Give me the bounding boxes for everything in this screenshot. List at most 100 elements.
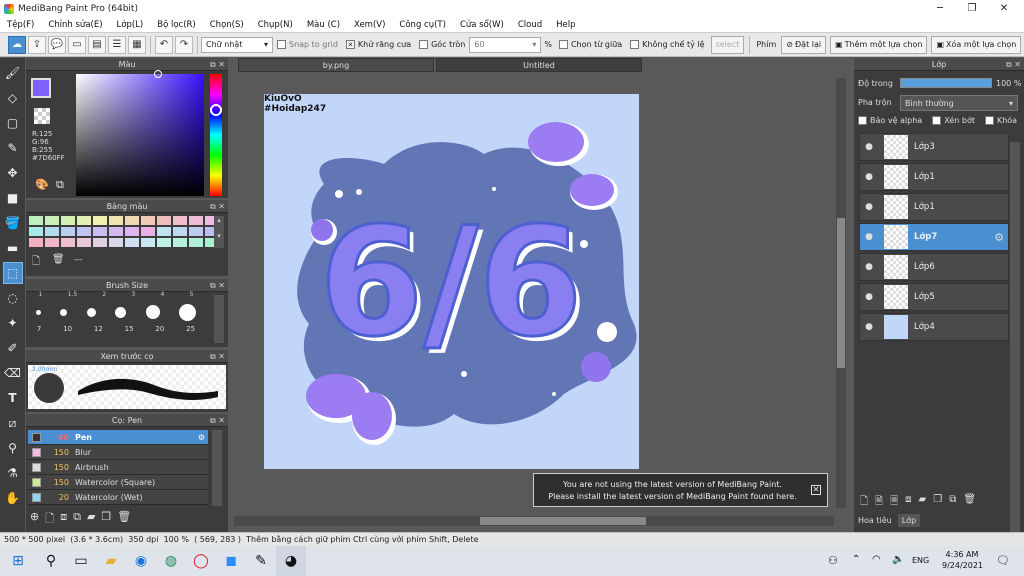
antialias-checkbox[interactable]: ✕ Khử răng cưa: [345, 40, 411, 49]
eyedropper-tool-icon[interactable]: ⚲: [3, 437, 23, 459]
layer-scrollbar[interactable]: [1010, 142, 1020, 542]
layer-row[interactable]: ● Lớp3: [859, 133, 1009, 161]
select-pen-tool-icon[interactable]: ✐: [3, 337, 23, 359]
layer-row[interactable]: ● Lớp6: [859, 253, 1009, 281]
hand-tool-icon[interactable]: ✋: [3, 487, 23, 509]
reset-button[interactable]: ⊘ Đặt lại: [781, 35, 827, 54]
close-icon[interactable]: ✕: [811, 485, 821, 495]
select-eraser-tool-icon[interactable]: ⌫: [3, 362, 23, 384]
palette-swatch[interactable]: [61, 227, 75, 236]
clock[interactable]: 4:36 AM 9/24/2021: [942, 549, 983, 571]
gear-icon[interactable]: ⚙: [994, 231, 1004, 244]
palette-swatch[interactable]: [125, 238, 139, 247]
brush-list-item[interactable]: 150 Blur: [28, 445, 208, 460]
palette-swatch[interactable]: [157, 238, 171, 247]
palette-swatch[interactable]: [109, 216, 123, 225]
tab-layer[interactable]: Lớp: [897, 514, 921, 527]
palette-swatch[interactable]: [77, 216, 91, 225]
menu-window[interactable]: Cửa sổ(W): [453, 20, 511, 30]
chat-bubble-icon[interactable]: ▭: [68, 35, 86, 54]
document-icon[interactable]: ▤: [88, 35, 106, 54]
palette-swatch[interactable]: [77, 227, 91, 236]
redo-icon[interactable]: ↷: [175, 35, 193, 54]
menu-view[interactable]: Xem(V): [347, 20, 392, 30]
list-icon[interactable]: ☰: [108, 35, 126, 54]
duplicate-layer-icon[interactable]: ❐: [933, 494, 942, 511]
brush-dot[interactable]: [35, 309, 41, 315]
palette-swatch[interactable]: [109, 227, 123, 236]
palette-swatch[interactable]: [189, 216, 203, 225]
menu-color[interactable]: Màu (C): [300, 20, 347, 30]
palette-swatch[interactable]: [125, 227, 139, 236]
saturation-value-picker[interactable]: [76, 74, 204, 196]
layer-row[interactable]: ● Lớp5: [859, 283, 1009, 311]
dot-brush-tool-icon[interactable]: ✎: [3, 137, 23, 159]
brush-dot[interactable]: [115, 306, 127, 318]
palette-swatch[interactable]: [125, 216, 139, 225]
people-icon[interactable]: ⚇: [828, 554, 838, 567]
chat-icon[interactable]: 💬: [48, 35, 66, 54]
zoom-icon[interactable]: ◼: [216, 546, 246, 576]
fixed-ratio-checkbox[interactable]: Không chế tỷ lệ: [630, 40, 705, 49]
brush-dot[interactable]: [86, 307, 96, 317]
volume-icon[interactable]: 🔈: [892, 554, 904, 565]
palette-icon[interactable]: 🎨: [35, 178, 49, 191]
zalo-icon[interactable]: ◉: [126, 546, 156, 576]
visibility-icon[interactable]: ●: [860, 262, 878, 272]
vertical-scrollbar[interactable]: [836, 78, 846, 508]
brush-dot[interactable]: [60, 308, 68, 316]
palette-scrollbar[interactable]: ▴ ▾: [214, 216, 224, 248]
panel-popout-icon[interactable]: ⧉ ✕: [210, 279, 225, 292]
add-selection-button[interactable]: ▣ Thêm một lựa chọn: [830, 35, 928, 54]
divide-tool-icon[interactable]: ⧄: [3, 412, 23, 434]
panel-popout-icon[interactable]: ⧉ ✕: [210, 414, 225, 427]
remove-selection-button[interactable]: ▣ Xóa một lựa chọn: [931, 35, 1022, 54]
new-halftone-layer-icon[interactable]: 🗎: [875, 494, 883, 511]
menu-tools[interactable]: Công cụ(T): [392, 20, 453, 30]
tab-navigator[interactable]: Hoa tiêu: [854, 514, 896, 527]
brush-size-scrollbar[interactable]: [214, 295, 224, 343]
clipping-checkbox[interactable]: Xén bớt: [932, 116, 975, 125]
palette-swatch[interactable]: [61, 238, 75, 247]
menu-select[interactable]: Chọn(S): [203, 20, 251, 30]
gear-icon[interactable]: ⚙: [198, 433, 205, 442]
corner-checkbox[interactable]: Góc tròn: [419, 40, 465, 49]
trash-icon[interactable]: 🗑: [52, 254, 65, 265]
select-rect-tool-icon[interactable]: ⬚: [2, 262, 23, 284]
artboard[interactable]: 6/6 6/6 KiuOvO #Hoidap247: [264, 94, 639, 469]
panel-popout-icon[interactable]: ⧉ ✕: [1006, 58, 1021, 71]
palette-swatch[interactable]: [29, 216, 43, 225]
update-notice[interactable]: You are not using the latest version of …: [533, 473, 828, 507]
palette-swatch[interactable]: [141, 216, 155, 225]
search-icon[interactable]: ⚲: [36, 546, 66, 576]
panel-popout-icon[interactable]: ⧉ ✕: [210, 200, 225, 213]
palette-swatch[interactable]: [93, 216, 107, 225]
transparent-color-icon[interactable]: [34, 108, 50, 124]
visibility-icon[interactable]: ●: [860, 202, 878, 212]
palette-swatch[interactable]: [141, 227, 155, 236]
hue-slider-handle[interactable]: [210, 104, 222, 116]
brush-list-scrollbar[interactable]: [212, 430, 222, 506]
palette-swatch[interactable]: [157, 216, 171, 225]
grid-icon[interactable]: ▦: [128, 35, 146, 54]
visibility-icon[interactable]: ●: [860, 292, 878, 302]
new-brush-icon[interactable]: 🗋: [45, 510, 54, 529]
tab-untitled[interactable]: Untitled: [436, 58, 642, 72]
horizontal-scroll-thumb[interactable]: [480, 517, 646, 525]
layer-row[interactable]: ● Lớp4: [859, 313, 1009, 341]
eyedropper-alt-tool-icon[interactable]: ⚗: [3, 462, 23, 484]
visibility-icon[interactable]: ●: [860, 232, 878, 242]
tab-by-png[interactable]: by.png: [238, 58, 434, 72]
opacity-slider[interactable]: [900, 78, 992, 88]
palette-swatch[interactable]: [45, 238, 59, 247]
layer-row[interactable]: ● Lớp1: [859, 193, 1009, 221]
task-view-icon[interactable]: ▭: [66, 546, 96, 576]
picker-cursor[interactable]: [154, 70, 162, 78]
visibility-icon[interactable]: ●: [860, 142, 878, 152]
panel-popout-icon[interactable]: ⧉ ✕: [210, 58, 225, 71]
undo-icon[interactable]: ↶: [155, 35, 173, 54]
folder-icon[interactable]: ▰: [87, 510, 95, 529]
menu-help[interactable]: Help: [549, 20, 582, 30]
palette-swatch[interactable]: [189, 238, 203, 247]
menu-layer[interactable]: Lớp(L): [110, 20, 151, 30]
